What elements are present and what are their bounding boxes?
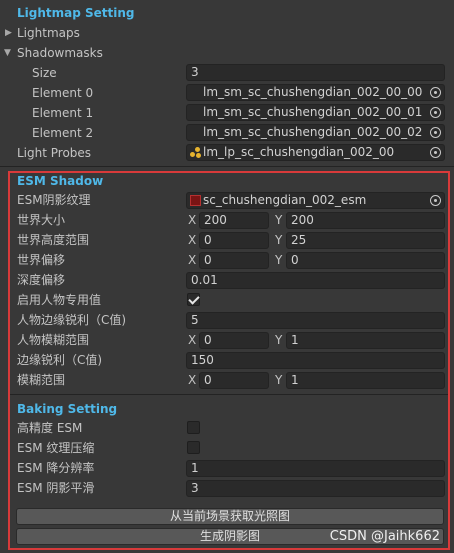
texture-compress-label: ESM 纹理压缩 <box>17 441 95 455</box>
esm-texture-label: ESM阴影纹理 <box>17 193 91 207</box>
watermark: CSDN @Jaihk662 <box>329 529 440 544</box>
element-2-label: Element 2 <box>32 126 94 140</box>
size-input[interactable]: 3 <box>186 64 445 81</box>
depth-offset-label: 深度偏移 <box>17 273 66 287</box>
character-blur-x-input[interactable]: 0 <box>199 332 269 349</box>
world-offset-x-axis-label: X <box>188 253 197 267</box>
texture-compress-checkbox[interactable] <box>187 441 200 454</box>
world-height-label: 世界高度范围 <box>17 233 90 247</box>
blur-range-y-input[interactable]: 1 <box>286 372 445 389</box>
edge-sharpness-input[interactable]: 150 <box>186 352 445 369</box>
object-picker-icon[interactable] <box>430 147 441 158</box>
blur-range-x-input[interactable]: 0 <box>199 372 269 389</box>
blur-range-x-axis-label: X <box>188 373 197 387</box>
element-2-value: lm_sm_sc_chushengdian_002_00_02 <box>203 125 423 139</box>
texture-icon <box>190 195 201 206</box>
object-picker-icon[interactable] <box>430 107 441 118</box>
character-enable-checkbox[interactable] <box>187 293 200 306</box>
light-probes-label: Light Probes <box>17 146 92 160</box>
world-height-y-axis-label: Y <box>275 233 283 247</box>
light-probes-object-field[interactable]: lm_lp_sc_chushengdian_002_00 <box>186 144 445 161</box>
element-0-label: Element 0 <box>32 86 94 100</box>
blur-range-y-axis-label: Y <box>275 373 283 387</box>
world-size-y-input[interactable]: 200 <box>286 212 445 229</box>
element-2-object-field[interactable]: lm_sm_sc_chushengdian_002_00_02 <box>186 124 445 141</box>
character-sharpness-label: 人物边缘锐利（C值) <box>17 313 127 327</box>
character-blur-label: 人物模糊范围 <box>17 333 90 347</box>
capture-lightmap-button[interactable]: 从当前场景获取光照图 <box>16 508 444 525</box>
world-offset-x-input[interactable]: 0 <box>199 252 269 269</box>
shadowmasks-foldout[interactable]: Shadowmasks <box>17 43 103 63</box>
esm-shadow-title: ESM Shadow <box>17 174 104 188</box>
element-1-value: lm_sm_sc_chushengdian_002_00_01 <box>203 105 423 119</box>
light-probes-value: lm_lp_sc_chushengdian_002_00 <box>203 145 395 159</box>
high-precision-checkbox[interactable] <box>187 421 200 434</box>
section-divider <box>0 166 454 167</box>
element-0-object-field[interactable]: lm_sm_sc_chushengdian_002_00_00 <box>186 84 445 101</box>
character-blur-x-axis-label: X <box>188 333 197 347</box>
edge-sharpness-label: 边缘锐利（C值) <box>17 353 103 367</box>
esm-texture-object-field[interactable]: sc_chushengdian_002_esm <box>186 192 445 209</box>
world-height-y-input[interactable]: 25 <box>286 232 445 249</box>
light-probe-icon <box>190 147 201 158</box>
smooth-input[interactable]: 3 <box>186 480 445 497</box>
world-size-x-axis-label: X <box>188 213 197 227</box>
character-sharpness-input[interactable]: 5 <box>186 312 445 329</box>
character-blur-y-input[interactable]: 1 <box>286 332 445 349</box>
shadowmasks-foldout-arrow-icon[interactable]: ▼ <box>4 43 11 63</box>
object-picker-icon[interactable] <box>430 127 441 138</box>
world-offset-y-axis-label: Y <box>275 253 283 267</box>
character-enable-label: 启用人物专用值 <box>17 293 102 307</box>
world-size-label: 世界大小 <box>17 213 66 227</box>
element-1-object-field[interactable]: lm_sm_sc_chushengdian_002_00_01 <box>186 104 445 121</box>
depth-offset-input[interactable]: 0.01 <box>186 272 445 289</box>
element-0-value: lm_sm_sc_chushengdian_002_00_00 <box>203 85 423 99</box>
esm-texture-value: sc_chushengdian_002_esm <box>203 193 367 207</box>
blur-range-label: 模糊范围 <box>17 373 66 387</box>
object-picker-icon[interactable] <box>430 195 441 206</box>
character-blur-y-axis-label: Y <box>275 333 283 347</box>
world-offset-y-input[interactable]: 0 <box>286 252 445 269</box>
element-1-label: Element 1 <box>32 106 94 120</box>
world-offset-label: 世界偏移 <box>17 253 66 267</box>
world-size-y-axis-label: Y <box>275 213 283 227</box>
section-divider <box>10 394 448 395</box>
world-height-x-input[interactable]: 0 <box>199 232 269 249</box>
lightmaps-foldout[interactable]: Lightmaps <box>17 23 80 43</box>
lightmaps-foldout-arrow-icon[interactable]: ▶ <box>5 23 12 43</box>
world-size-x-input[interactable]: 200 <box>199 212 269 229</box>
world-height-x-axis-label: X <box>188 233 197 247</box>
smooth-label: ESM 阴影平滑 <box>17 481 95 495</box>
object-picker-icon[interactable] <box>430 87 441 98</box>
size-label: Size <box>32 66 57 80</box>
lightmap-setting-title: Lightmap Setting <box>17 6 135 20</box>
high-precision-label: 高精度 ESM <box>17 421 83 435</box>
downsample-input[interactable]: 1 <box>186 460 445 477</box>
baking-setting-title: Baking Setting <box>17 402 118 416</box>
downsample-label: ESM 降分辨率 <box>17 461 95 475</box>
